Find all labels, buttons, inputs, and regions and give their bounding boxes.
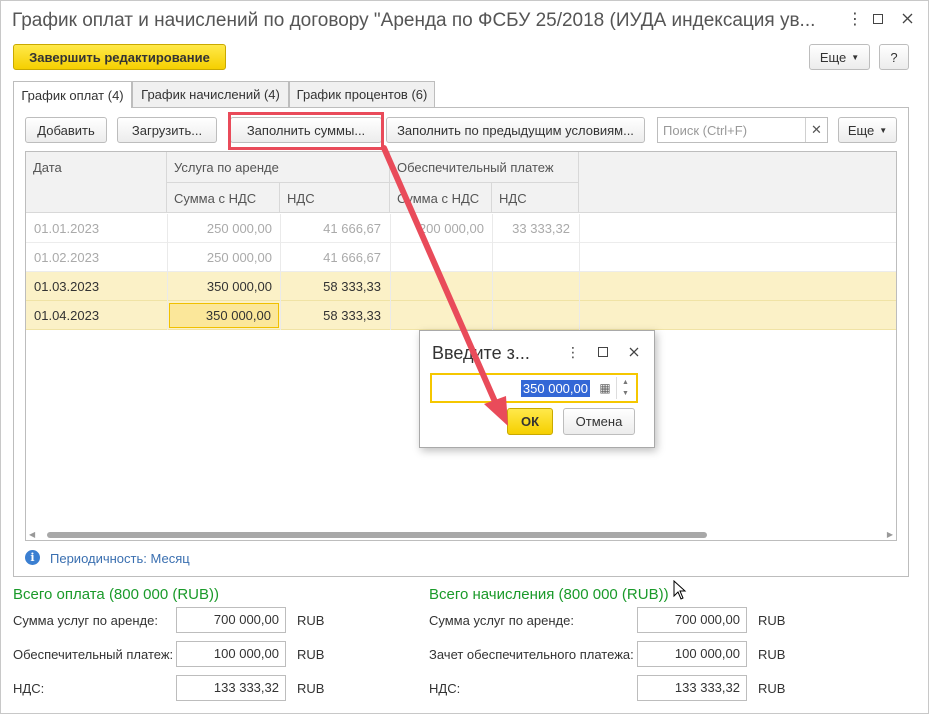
currency-label: RUB <box>758 681 786 696</box>
cell-deposit-vat: 33 333,32 <box>512 221 570 236</box>
col-group-deposit: Обеспечительный платеж <box>390 152 579 183</box>
total-deposit-field: 100 000,00 <box>176 641 286 667</box>
search-input[interactable]: Поиск (Ctrl+F) ✕ <box>657 117 828 143</box>
column-divider <box>579 214 580 330</box>
cancel-button[interactable]: Отмена <box>563 408 635 435</box>
accr-deposit-offset-label: Зачет обеспечительного платежа: <box>429 647 634 662</box>
fill-by-previous-button[interactable]: Заполнить по предыдущим условиям... <box>386 117 645 143</box>
fill-sums-button[interactable]: Заполнить суммы... <box>230 117 382 143</box>
cell-rent-vat: 41 666,67 <box>323 221 381 236</box>
table-row[interactable]: 01.02.2023 250 000,00 41 666,67 <box>26 243 896 272</box>
cell-rent-sum: 250 000,00 <box>206 221 272 236</box>
cell-deposit-sum <box>390 272 484 301</box>
col-header-empty <box>579 152 896 213</box>
cell-rent-sum-active[interactable]: 350 000,00 <box>169 303 279 328</box>
close-icon[interactable] <box>897 10 917 30</box>
col-header-rent-sum[interactable]: Сумма с НДС <box>167 183 280 213</box>
cell-rent-sum: 250 000,00 <box>206 250 272 265</box>
dropdown-arrow-icon: ▼ <box>851 52 860 62</box>
col-header-date[interactable]: Дата <box>26 152 167 213</box>
cell-deposit-vat <box>492 301 570 330</box>
cell-rent-vat: 41 666,67 <box>323 250 381 265</box>
total-vat-field: 133 333,32 <box>176 675 286 701</box>
table-row[interactable]: 01.01.2023 250 000,00 41 666,67 200 000,… <box>26 214 896 243</box>
accr-rent-label: Сумма услуг по аренде: <box>429 613 574 628</box>
maximize-icon[interactable] <box>594 343 612 361</box>
currency-label: RUB <box>758 647 786 662</box>
maximize-icon[interactable] <box>868 10 888 30</box>
periodicity-link[interactable]: Периодичность: Месяц <box>50 551 190 566</box>
tab-accruals[interactable]: График начислений (4) <box>132 81 289 107</box>
cell-deposit-sum <box>390 243 484 272</box>
enter-amount-dialog: Введите з... ⋮ 350 000,00 ▦ ▲ ▼ ОК Отмена <box>419 330 655 448</box>
clear-search-icon[interactable]: ✕ <box>805 118 827 142</box>
scrollbar-thumb[interactable] <box>47 532 707 538</box>
spin-stepper[interactable]: ▲ ▼ <box>616 377 634 399</box>
close-icon[interactable] <box>625 343 643 361</box>
cell-rent-sum: 350 000,00 <box>206 279 272 294</box>
mouse-cursor-icon <box>673 580 687 600</box>
column-divider <box>167 214 168 330</box>
more-vertical-icon[interactable]: ⋮ <box>845 10 865 30</box>
accr-vat-field: 133 333,32 <box>637 675 747 701</box>
col-header-rent-vat[interactable]: НДС <box>280 183 390 213</box>
panel-more-label: Еще <box>847 122 875 138</box>
tab-payments[interactable]: График оплат (4) <box>13 81 132 108</box>
dialog-title: Введите з... <box>432 343 530 363</box>
accr-rent-field: 700 000,00 <box>637 607 747 633</box>
load-button[interactable]: Загрузить... <box>117 117 217 143</box>
total-rent-label: Сумма услуг по аренде: <box>13 613 158 628</box>
ok-button[interactable]: ОК <box>507 408 553 435</box>
cell-rent-vat: 58 333,33 <box>323 279 381 294</box>
cell-date: 01.04.2023 <box>34 308 100 323</box>
window-title: График оплат и начислений по договору "А… <box>12 10 816 31</box>
cell-rent-vat: 58 333,33 <box>323 308 381 323</box>
calculator-icon[interactable]: ▦ <box>596 379 614 397</box>
currency-label: RUB <box>297 613 325 628</box>
dropdown-arrow-icon: ▼ <box>879 125 888 135</box>
title-bar: График оплат и начислений по договору "А… <box>0 0 929 40</box>
info-icon: i <box>25 550 40 565</box>
cell-deposit-sum: 200 000,00 <box>418 221 484 236</box>
more-vertical-icon[interactable]: ⋮ <box>564 343 582 361</box>
column-divider <box>390 214 391 330</box>
col-group-rent: Услуга по аренде <box>167 152 390 183</box>
currency-label: RUB <box>297 681 325 696</box>
add-button[interactable]: Добавить <box>25 117 107 143</box>
scroll-right-icon[interactable]: ▶ <box>887 529 893 541</box>
table-row[interactable]: 01.03.2023 350 000,00 58 333,33 <box>26 272 896 301</box>
total-vat-label: НДС: <box>13 681 45 696</box>
search-placeholder: Поиск (Ctrl+F) <box>663 123 748 138</box>
cell-date: 01.02.2023 <box>34 250 100 265</box>
total-accruals-title: Всего начисления (800 000 (RUB)) <box>429 586 669 603</box>
amount-value: 350 000,00 <box>520 380 590 397</box>
amount-input[interactable]: 350 000,00 ▦ ▲ ▼ <box>430 373 638 403</box>
total-rent-field: 700 000,00 <box>176 607 286 633</box>
tab-interest[interactable]: График процентов (6) <box>289 81 435 107</box>
column-divider <box>280 214 281 330</box>
cell-deposit-vat <box>492 272 570 301</box>
total-deposit-label: Обеспечительный платеж: <box>13 647 174 662</box>
col-header-deposit-vat[interactable]: НДС <box>492 183 579 213</box>
currency-label: RUB <box>297 647 325 662</box>
scroll-left-icon[interactable]: ◀ <box>29 529 35 541</box>
more-button-label: Еще <box>819 49 847 65</box>
finish-editing-button[interactable]: Завершить редактирование <box>13 44 226 70</box>
total-payments-title: Всего оплата (800 000 (RUB)) <box>13 586 219 603</box>
more-button[interactable]: Еще ▼ <box>809 44 870 70</box>
cell-date: 01.01.2023 <box>34 221 100 236</box>
col-header-deposit-sum[interactable]: Сумма с НДС <box>390 183 492 213</box>
panel-more-button[interactable]: Еще ▼ <box>838 117 897 143</box>
column-divider <box>492 214 493 330</box>
cell-deposit-vat <box>492 243 570 272</box>
accr-vat-label: НДС: <box>429 681 461 696</box>
help-button[interactable]: ? <box>879 44 909 70</box>
cell-deposit-sum <box>390 301 484 330</box>
cell-date: 01.03.2023 <box>34 279 100 294</box>
currency-label: RUB <box>758 613 786 628</box>
table-row[interactable]: 01.04.2023 350 000,00 58 333,33 <box>26 301 896 330</box>
horizontal-scrollbar[interactable]: ◀ ▶ <box>25 529 897 541</box>
accr-deposit-offset-field: 100 000,00 <box>637 641 747 667</box>
